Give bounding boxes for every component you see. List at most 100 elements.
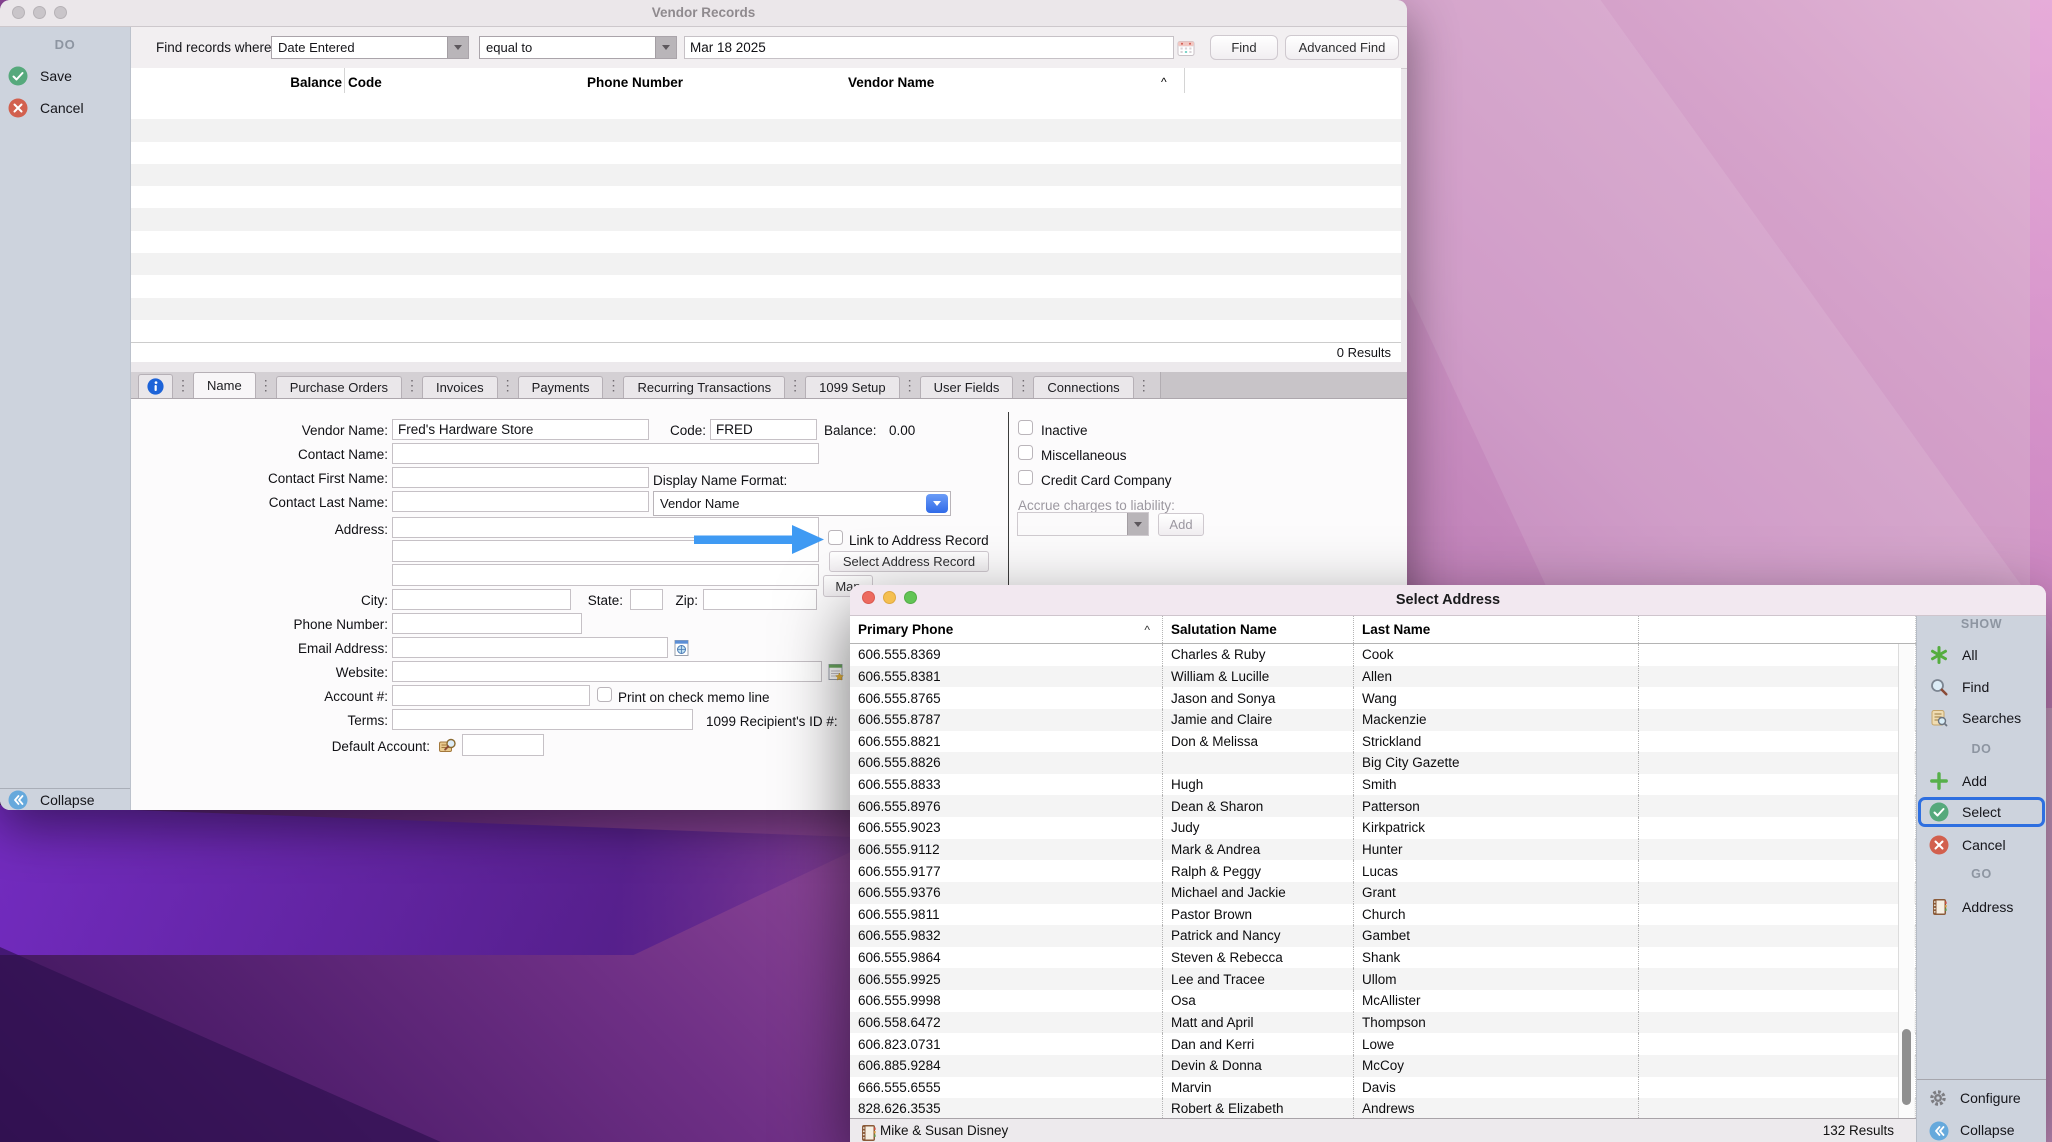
code-input[interactable]: FRED (710, 419, 817, 440)
default-account-input[interactable] (462, 734, 544, 756)
tab-connections[interactable]: Connections (1033, 376, 1133, 398)
results-empty-row[interactable] (131, 253, 1401, 275)
column-header-last-name[interactable]: Last Name (1354, 616, 1639, 643)
column-header-vendor-name[interactable]: Vendor Name (848, 68, 934, 97)
close-button[interactable] (862, 591, 875, 604)
miscellaneous-checkbox[interactable] (1018, 445, 1033, 460)
results-empty-row[interactable] (131, 119, 1401, 141)
address-row[interactable]: 606.555.8369Charles & RubyCook (850, 644, 1916, 666)
terms-input[interactable] (392, 709, 693, 730)
address-row[interactable]: 606.558.6472Matt and AprilThompson (850, 1012, 1916, 1034)
results-empty-row[interactable] (131, 231, 1401, 253)
print-check-memo-checkbox[interactable] (597, 687, 612, 702)
column-header-salutation-name[interactable]: Salutation Name (1163, 616, 1354, 643)
address-row[interactable]: 606.555.8826Big City Gazette (850, 752, 1916, 774)
tab-drag-handle[interactable]: ⋮ (405, 377, 419, 394)
tab-info[interactable] (138, 374, 173, 398)
vendor-title-bar[interactable]: Vendor Records (0, 0, 1407, 27)
advanced-find-button[interactable]: Advanced Find (1285, 35, 1399, 60)
contact-name-input[interactable] (392, 443, 819, 464)
sidebar-item-address[interactable]: Address (1921, 892, 2042, 922)
address-row[interactable]: 606.555.9112Mark & AndreaHunter (850, 839, 1916, 861)
tab-1099-setup[interactable]: 1099 Setup (805, 376, 900, 398)
find-field-select[interactable]: Date Entered (271, 36, 469, 59)
sidebar-item-add[interactable]: Add (1921, 766, 2042, 796)
collapse-button[interactable]: Collapse (8, 790, 94, 810)
address-row[interactable]: 606.555.9925Lee and TraceeUllom (850, 968, 1916, 990)
sidebar-item-save[interactable]: Save (8, 61, 72, 91)
vendor-name-input[interactable]: Fred's Hardware Store (392, 419, 649, 440)
tab-invoices[interactable]: Invoices (422, 376, 498, 398)
sidebar-item-configure[interactable]: Configure (1921, 1085, 2042, 1111)
address-row[interactable]: 606.555.8833HughSmith (850, 774, 1916, 796)
zip-input[interactable] (703, 589, 817, 610)
select-address-title-bar[interactable]: Select Address (850, 585, 2046, 616)
contact-first-name-input[interactable] (392, 467, 649, 488)
find-button[interactable]: Find (1210, 35, 1278, 60)
close-button[interactable] (12, 6, 25, 19)
find-value-input[interactable]: Mar 18 2025 (684, 36, 1174, 59)
address-row[interactable]: 606.555.9832Patrick and NancyGambet (850, 925, 1916, 947)
sidebar-item-collapse[interactable]: Collapse (1921, 1117, 2042, 1142)
address-row[interactable]: 606.823.0731Dan and KerriLowe (850, 1033, 1916, 1055)
sidebar-item-cancel[interactable]: Cancel (8, 93, 84, 123)
link-address-record-checkbox[interactable] (828, 530, 843, 545)
address-row[interactable]: 606.555.9023JudyKirkpatrick (850, 817, 1916, 839)
address-row[interactable]: 606.555.8787Jamie and ClaireMackenzie (850, 709, 1916, 731)
address-row[interactable]: 606.555.9177Ralph & PeggyLucas (850, 860, 1916, 882)
results-empty-row[interactable] (131, 275, 1401, 297)
tab-drag-handle[interactable]: ⋮ (1137, 377, 1151, 394)
results-empty-row[interactable] (131, 320, 1401, 342)
address-row[interactable]: 606.555.9376Michael and JackieGrant (850, 882, 1916, 904)
email-address-input[interactable] (392, 637, 668, 658)
minimize-button[interactable] (33, 6, 46, 19)
zoom-button[interactable] (54, 6, 67, 19)
accrue-liability-select[interactable] (1017, 512, 1149, 536)
display-name-format-select[interactable]: Vendor Name (653, 491, 951, 516)
contact-last-name-input[interactable] (392, 491, 649, 512)
tab-drag-handle[interactable]: ⋮ (788, 377, 802, 394)
results-empty-row[interactable] (131, 298, 1401, 320)
address-row[interactable]: 606.555.8976Dean & SharonPatterson (850, 795, 1916, 817)
email-page-icon[interactable] (673, 639, 691, 657)
sidebar-item-searches[interactable]: Searches (1921, 703, 2042, 733)
address-row[interactable]: 606.555.8765Jason and SonyaWang (850, 687, 1916, 709)
address-row[interactable]: 606.555.8821Don & MelissaStrickland (850, 731, 1916, 753)
sidebar-item-find[interactable]: Find (1921, 672, 2042, 702)
address-row[interactable]: 606.555.9998OsaMcAllister (850, 990, 1916, 1012)
website-input[interactable] (392, 661, 822, 682)
results-empty-row[interactable] (131, 164, 1401, 186)
ledger-lookup-icon[interactable] (438, 736, 456, 754)
results-empty-row[interactable] (131, 97, 1401, 119)
column-header-primary-phone[interactable]: Primary Phone ^ (850, 616, 1163, 643)
results-table-body[interactable] (131, 97, 1401, 342)
tab-payments[interactable]: Payments (518, 376, 604, 398)
tab-drag-handle[interactable]: ⋮ (176, 377, 190, 394)
tab-name[interactable]: Name (193, 372, 256, 398)
tab-drag-handle[interactable]: ⋮ (903, 377, 917, 394)
address-row[interactable]: 828.626.3535Robert & ElizabethAndrews (850, 1098, 1916, 1118)
add-liability-button[interactable]: Add (1158, 513, 1204, 536)
credit-card-company-checkbox[interactable] (1018, 470, 1033, 485)
find-operator-select[interactable]: equal to (479, 36, 677, 59)
tab-drag-handle[interactable]: ⋮ (1016, 377, 1030, 394)
results-empty-row[interactable] (131, 142, 1401, 164)
results-empty-row[interactable] (131, 186, 1401, 208)
phone-number-input[interactable] (392, 613, 582, 634)
column-header-phone[interactable]: Phone Number (587, 68, 683, 97)
account-number-input[interactable] (392, 685, 590, 706)
address-row[interactable]: 606.885.9284Devin & DonnaMcCoy (850, 1055, 1916, 1077)
select-address-record-button[interactable]: Select Address Record (829, 551, 989, 572)
minimize-button[interactable] (883, 591, 896, 604)
web-page-icon[interactable] (827, 663, 845, 681)
tab-user-fields[interactable]: User Fields (920, 376, 1014, 398)
tab-drag-handle[interactable]: ⋮ (501, 377, 515, 394)
column-header-code[interactable]: Code (348, 68, 382, 97)
address-row[interactable]: 606.555.8381William & LucilleAllen (850, 666, 1916, 688)
sidebar-item-select[interactable]: Select (1918, 797, 2045, 827)
tab-purchase-orders[interactable]: Purchase Orders (276, 376, 402, 398)
results-empty-row[interactable] (131, 208, 1401, 230)
sidebar-item-all[interactable]: All (1921, 640, 2042, 670)
address-row[interactable]: 606.555.9811Pastor BrownChurch (850, 904, 1916, 926)
inactive-checkbox[interactable] (1018, 420, 1033, 435)
